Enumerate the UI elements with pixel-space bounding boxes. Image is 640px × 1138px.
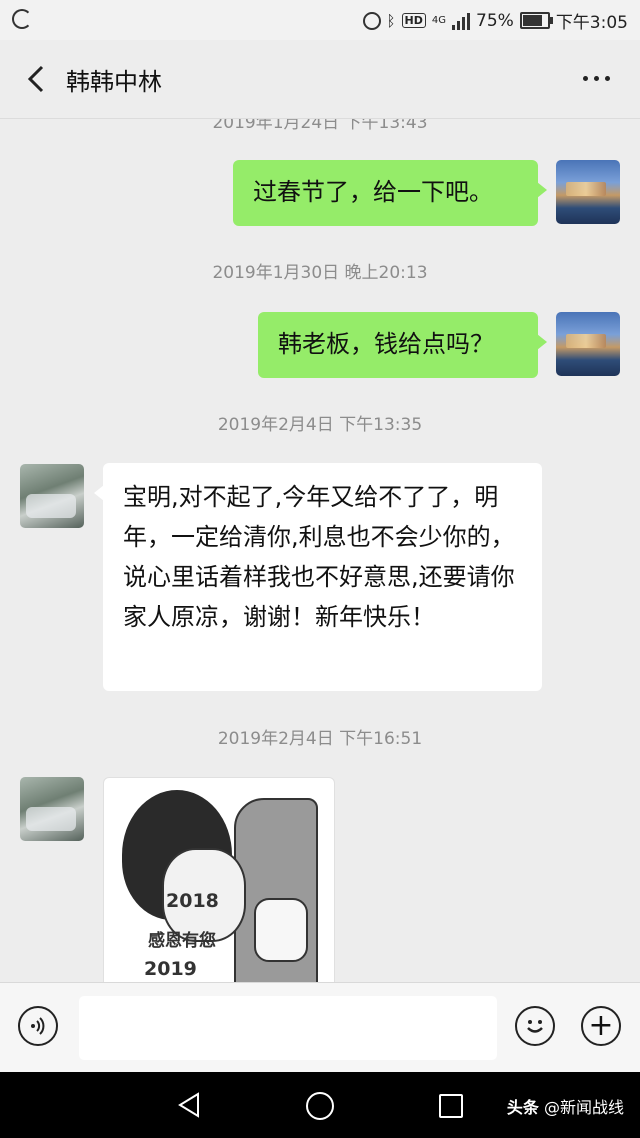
system-nav-bar: 头条 @新闻战线 — [0, 1072, 640, 1138]
sticker-message[interactable]: 2018 感恩有您 2019 — [103, 777, 335, 989]
signal-type: 4G — [431, 15, 447, 26]
watermark-account: @新闻战线 — [543, 1098, 624, 1117]
alarm-icon — [362, 11, 381, 30]
battery-icon — [519, 12, 553, 29]
input-bar: + — [0, 982, 640, 1073]
my-avatar[interactable] — [556, 160, 620, 224]
sticker-hand — [254, 898, 308, 962]
sticker-text: 2018 — [166, 890, 219, 912]
chat-title: 韩韩中林 — [66, 68, 162, 96]
watermark-brand: 头条 — [506, 1098, 539, 1117]
message-timestamp: 2019年2月4日 下午13:35 — [217, 415, 423, 435]
contact-avatar[interactable] — [20, 464, 84, 528]
my-message-bubble[interactable]: 过春节了，给一下吧。 — [233, 160, 547, 226]
message-input[interactable] — [79, 996, 497, 1060]
sticker-text: 2019 — [144, 958, 197, 980]
sticker-text: 感恩有您 — [148, 931, 216, 951]
hd-badge: HD — [401, 13, 426, 28]
message-timestamp: 2019年2月4日 下午16:51 — [217, 729, 423, 749]
bluetooth-icon: ᛒ — [386, 11, 396, 30]
voice-input-icon[interactable] — [18, 1006, 58, 1046]
watermark: 头条 @新闻战线 — [507, 1094, 624, 1118]
chat-header: 韩韩中林 — [0, 40, 640, 119]
contact-avatar[interactable] — [20, 777, 84, 841]
status-icons: ᛒ HD 4G 75% 下午3:05 — [362, 8, 628, 33]
clock: 下午3:05 — [555, 13, 628, 33]
more-functions-plus-icon[interactable]: + — [581, 1006, 621, 1046]
more-options-icon[interactable] — [583, 76, 610, 81]
signal-bars-icon — [452, 12, 471, 30]
nav-home-icon[interactable] — [306, 1092, 334, 1120]
status-bar: ᛒ HD 4G 75% 下午3:05 — [0, 0, 640, 40]
emoji-icon[interactable] — [515, 1006, 555, 1046]
smile-face-icon — [527, 1020, 543, 1033]
voice-waves-icon — [31, 1017, 45, 1035]
my-avatar[interactable] — [556, 312, 620, 376]
nav-recent-apps-icon[interactable] — [439, 1094, 463, 1118]
battery-percent: 75% — [476, 10, 514, 31]
message-timestamp: 2019年1月30日 晚上20:13 — [212, 263, 428, 283]
loading-ring-icon — [12, 9, 32, 29]
contact-message-bubble[interactable]: 宝明,对不起了,今年又给不了了，明年，一定给清你,利息也不会少你的，说心里话着样… — [94, 463, 542, 691]
nav-back-icon[interactable] — [176, 1092, 202, 1118]
my-message-bubble[interactable]: 韩老板，钱给点吗？ — [258, 312, 547, 378]
back-icon[interactable] — [22, 64, 50, 94]
